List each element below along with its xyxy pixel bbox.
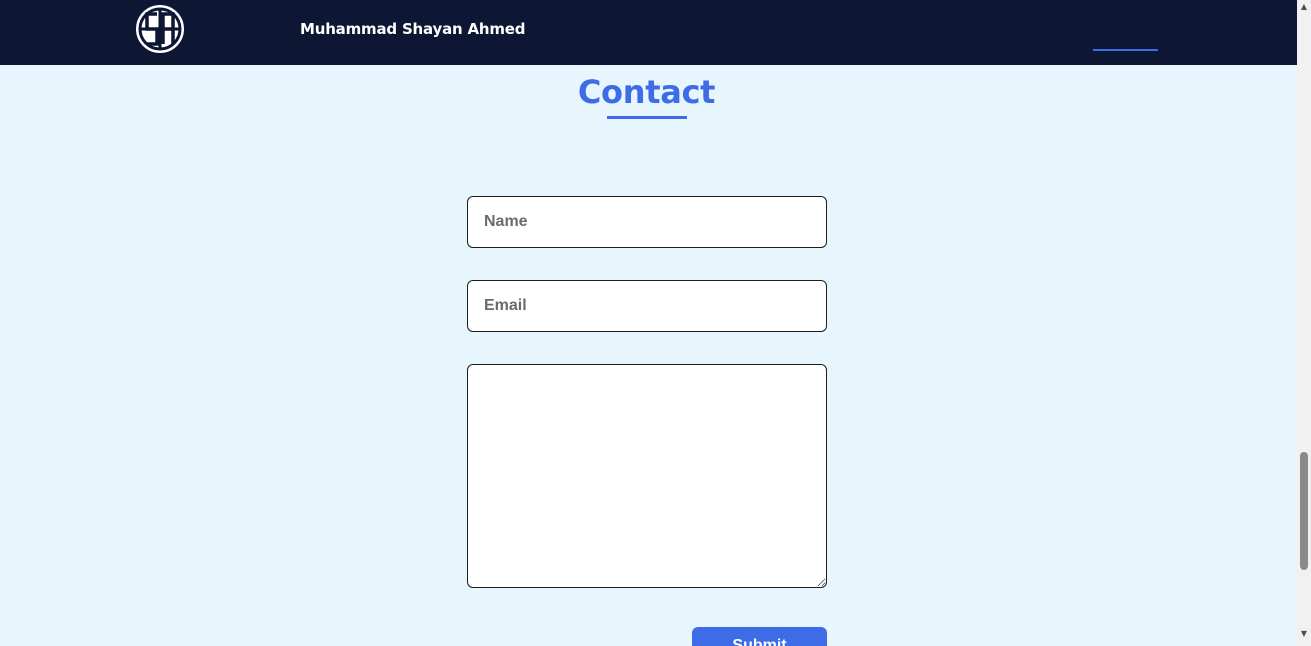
scroll-down-arrow-icon[interactable]: ▼ (1297, 627, 1311, 641)
scroll-up-arrow-icon[interactable]: ▲ (1297, 0, 1311, 14)
sa-monogram-logo-icon[interactable] (135, 4, 185, 54)
title-underline (607, 116, 687, 119)
email-field[interactable] (467, 280, 827, 332)
submit-button[interactable]: Submit (692, 627, 827, 646)
navbar: Muhammad Shayan Ahmed (0, 0, 1297, 65)
nav-active-indicator (1093, 49, 1158, 51)
scrollbar-thumb[interactable] (1300, 452, 1308, 570)
message-field[interactable] (467, 364, 827, 588)
name-field[interactable] (467, 196, 827, 248)
page-scrollbar[interactable]: ▲ ▼ (1297, 0, 1311, 646)
brand-name[interactable]: Muhammad Shayan Ahmed (300, 19, 526, 39)
page-title: Contact (577, 73, 716, 111)
